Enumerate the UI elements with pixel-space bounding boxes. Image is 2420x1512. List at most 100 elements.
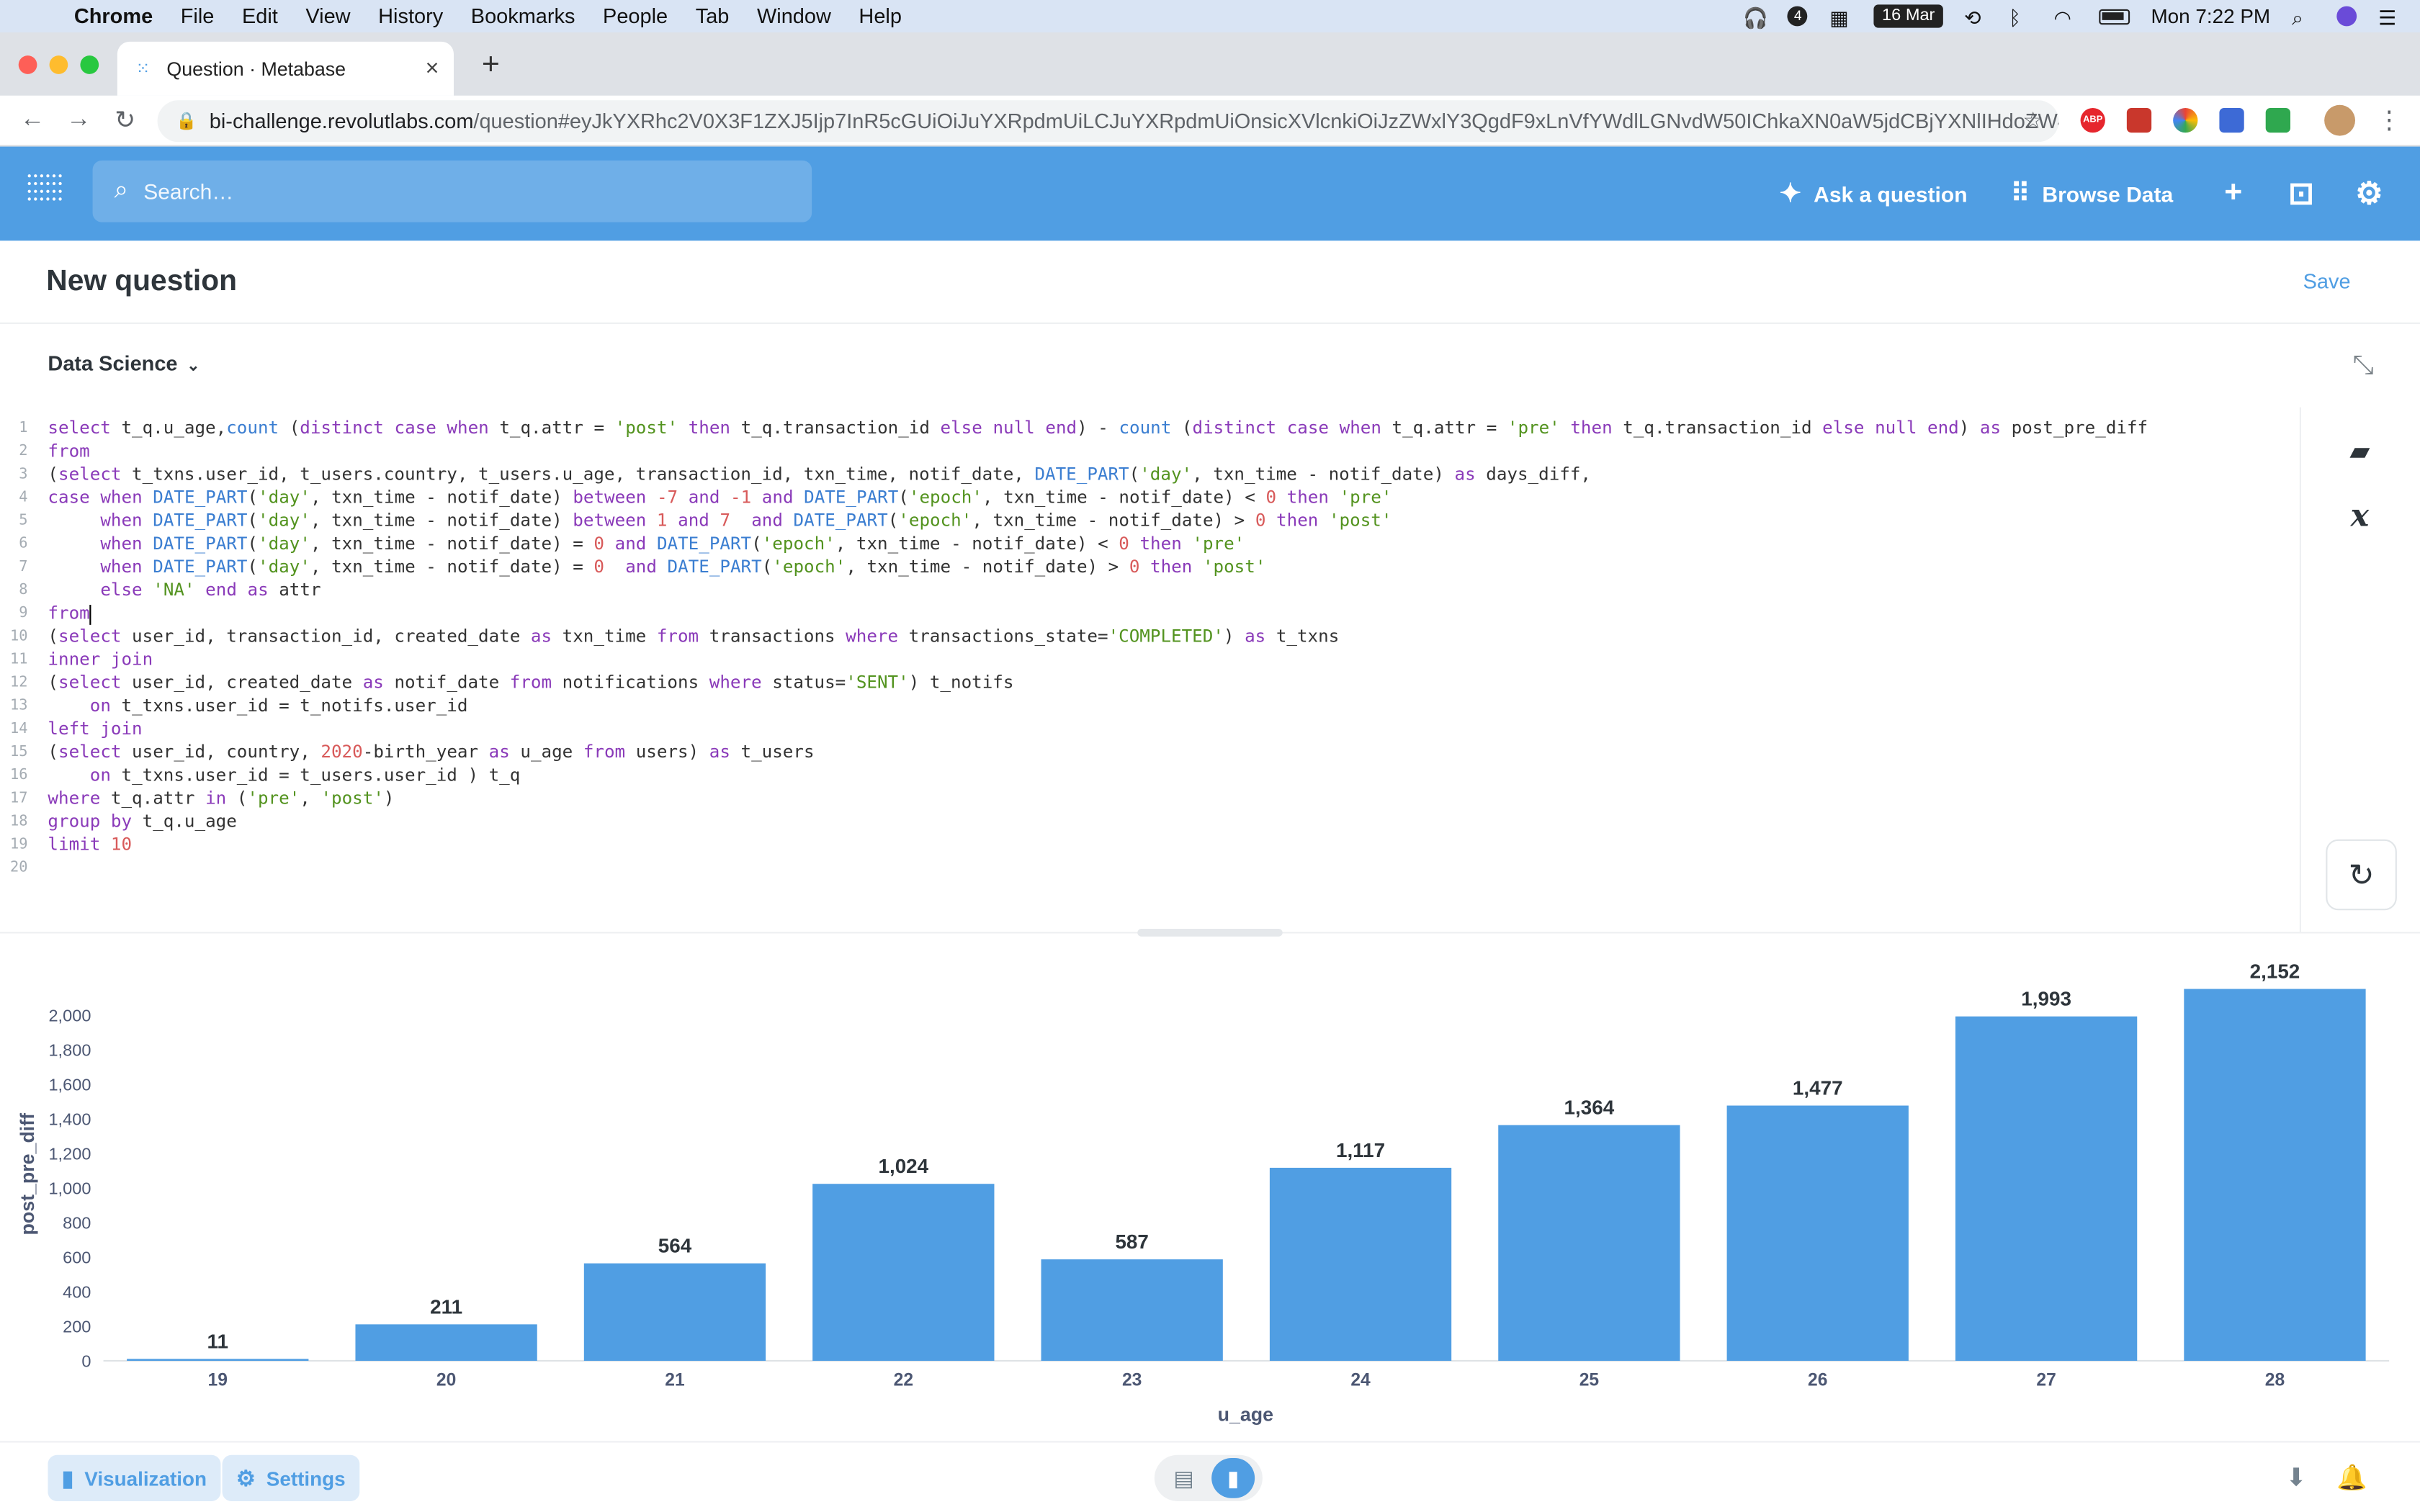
line-number: 6 (19, 535, 28, 553)
visualization-button[interactable]: ▮ Visualization (48, 1454, 221, 1501)
x-tick-label: 27 (2036, 1370, 2056, 1390)
chart-bar[interactable] (1955, 1016, 2138, 1361)
y-tick-label: 400 (63, 1283, 91, 1302)
menubar-clock[interactable]: Mon 7:22 PM (2151, 4, 2270, 27)
menu-edit[interactable]: Edit (242, 4, 278, 27)
time-machine-icon[interactable]: ⟲ (1964, 6, 1987, 30)
window-zoom-icon[interactable] (80, 55, 99, 74)
y-tick-label: 1,000 (48, 1179, 91, 1198)
metabase-logo-icon[interactable] (27, 174, 65, 211)
collapse-editor-icon[interactable]: ⤡ (2353, 350, 2374, 381)
date-badge[interactable]: 16 Mar (1874, 4, 1943, 28)
book-icon[interactable]: ▰ (2341, 433, 2378, 470)
reload-icon[interactable]: ↻ (102, 105, 148, 136)
chart-bar[interactable] (1269, 1167, 1452, 1361)
bar-value-label: 1,364 (1564, 1097, 1615, 1119)
bar-chart-icon: ▮ (61, 1464, 74, 1490)
chart-bar[interactable] (1498, 1125, 1680, 1361)
browser-menu-icon[interactable]: ⋮ (2366, 105, 2412, 136)
search-input[interactable] (140, 177, 758, 205)
ask-question-button[interactable]: ✦ Ask a question (1779, 178, 1967, 209)
bluetooth-icon[interactable]: ᛒ (2009, 6, 2032, 30)
download-icon[interactable]: ⬇ (2286, 1462, 2307, 1493)
sql-editor[interactable]: 1 select t_q.u_age,count (distinct case w… (0, 408, 2300, 932)
x-tick-label: 24 (1350, 1370, 1371, 1390)
gear-icon: ⚙ (236, 1464, 256, 1490)
siri-icon[interactable] (2336, 6, 2357, 27)
window-minimize-icon[interactable] (49, 55, 68, 74)
code-text: select t_q.u_age,count (distinct case wh… (48, 418, 2148, 438)
menu-app-name[interactable]: Chrome (74, 4, 153, 27)
settings-button[interactable]: ⚙ Settings (222, 1454, 359, 1501)
chart-bar[interactable] (1041, 1259, 1223, 1361)
chart-view-icon[interactable]: ▮ (1211, 1457, 1255, 1498)
resize-handle[interactable] (1137, 929, 1283, 937)
browser-tab-active[interactable]: ⁙ Question · Metabase × (117, 41, 454, 96)
x-tick-label: 26 (1808, 1370, 1827, 1390)
tab-close-icon[interactable]: × (417, 55, 448, 81)
spotlight-icon[interactable]: ⌕ (2292, 6, 2315, 30)
code-text: when DATE_PART('day', txn_time - notif_d… (100, 557, 1266, 577)
metabase-navbar: ⌕ ✦ Ask a question ⠿ Browse Data + ⊡ ⚙ (0, 146, 2420, 241)
color-extension-icon[interactable] (2173, 108, 2198, 133)
chart-bar[interactable] (355, 1324, 537, 1361)
lock-icon[interactable]: 🔒 (176, 111, 197, 131)
database-selector[interactable]: Data Science ⌄ (48, 352, 200, 375)
menu-history[interactable]: History (378, 4, 443, 27)
database-bar: Data Science ⌄ ⤡ (0, 324, 2420, 408)
chart-bar[interactable] (812, 1184, 995, 1361)
menu-window[interactable]: Window (757, 4, 831, 27)
menu-tab[interactable]: Tab (696, 4, 730, 27)
window-close-icon[interactable] (18, 55, 37, 74)
menu-file[interactable]: File (181, 4, 215, 27)
line-number: 4 (19, 489, 28, 506)
layers-extension-icon[interactable] (2219, 108, 2244, 133)
code-text: left join (48, 719, 143, 739)
browse-data-button[interactable]: ⠿ Browse Data (2011, 178, 2174, 209)
chart-bar[interactable] (1726, 1105, 1909, 1361)
chart-bar[interactable] (127, 1359, 309, 1361)
y-tick-label: 600 (63, 1248, 91, 1267)
settings-label: Settings (266, 1466, 346, 1490)
code-text: from (48, 441, 90, 462)
menu-view[interactable]: View (305, 4, 350, 27)
chart-bar[interactable] (2184, 989, 2366, 1361)
search-box[interactable]: ⌕ (92, 160, 812, 222)
bell-icon[interactable]: 🔔 (2336, 1462, 2367, 1493)
bar-value-label: 1,117 (1336, 1139, 1385, 1161)
chart-svg: 0 200 400 600 800 1,000 1,200 1,400 1,600 1,800 2,… (17, 960, 2390, 1426)
badge-count-icon[interactable]: 4 (1788, 6, 1809, 27)
gear-icon[interactable]: ⚙ (2352, 176, 2386, 211)
sql-editor-icon[interactable]: ⊡ (2284, 176, 2318, 211)
battery-icon[interactable] (2098, 8, 2130, 24)
save-button[interactable]: Save (2303, 270, 2351, 293)
back-icon[interactable]: ← (9, 107, 55, 135)
menu-help[interactable]: Help (859, 4, 901, 27)
wifi-icon[interactable]: ◠ (2053, 6, 2076, 30)
add-icon[interactable]: + (2216, 176, 2250, 210)
d-extension-icon[interactable] (2265, 108, 2290, 133)
forward-icon[interactable]: → (55, 107, 102, 135)
y-tick-label: 2,000 (48, 1007, 91, 1025)
run-query-button[interactable]: ↻ (2326, 839, 2397, 911)
menu-people[interactable]: People (603, 4, 668, 27)
table-view-icon[interactable]: ▤ (1162, 1458, 1206, 1498)
y-tick-label: 1,400 (48, 1110, 91, 1129)
code-text: (select user_id, country, 2020-birth_yea… (48, 742, 815, 762)
adblock-extension-icon[interactable]: ABP (2080, 108, 2105, 133)
new-tab-icon[interactable]: + (475, 48, 506, 83)
notification-center-icon[interactable]: ☰ (2378, 6, 2401, 30)
chart-bar[interactable] (583, 1263, 766, 1361)
y-tick-label: 0 (81, 1352, 91, 1371)
address-bar[interactable]: 🔒 bi-challenge.revolutlabs.com/question#… (157, 100, 2059, 143)
variable-icon[interactable]: x (2341, 497, 2378, 534)
bookmark-extension-icon[interactable] (2126, 108, 2152, 133)
istat-icon[interactable]: ▦ (1829, 6, 1852, 30)
menu-bookmarks[interactable]: Bookmarks (471, 4, 575, 27)
bar-value-label: 587 (1115, 1230, 1148, 1253)
profile-avatar[interactable] (2324, 104, 2355, 136)
headphones-icon[interactable]: 🎧 (1743, 6, 1768, 30)
x-tick-label: 22 (894, 1370, 913, 1390)
bookmark-star-icon[interactable]: ☆ (2022, 107, 2043, 134)
bar-value-label: 1,993 (2021, 988, 2071, 1010)
